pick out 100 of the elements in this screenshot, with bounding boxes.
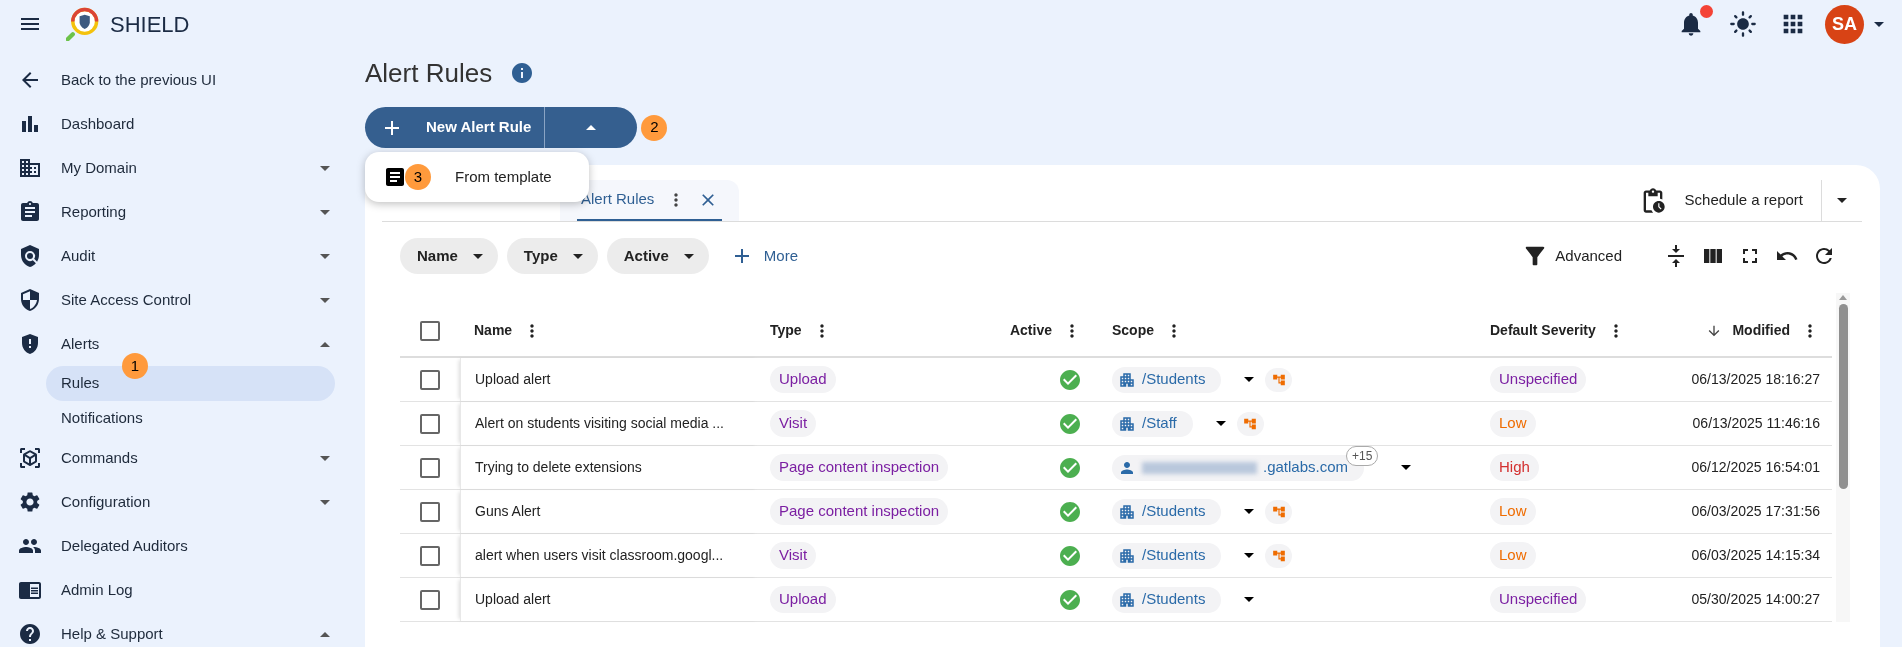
gear-icon <box>18 490 42 514</box>
scope-chip[interactable]: /Students <box>1112 498 1222 525</box>
page-title: Alert Rules <box>365 56 493 90</box>
nav-item[interactable]: Delegated Auditors <box>0 524 365 568</box>
caret-icon <box>320 165 330 171</box>
caret-icon[interactable] <box>1244 553 1255 558</box>
scope-chip[interactable]: /Staff <box>1112 410 1193 437</box>
nav-item[interactable]: Configuration <box>0 480 365 524</box>
caret-icon <box>572 253 583 259</box>
filter-chip[interactable]: Name <box>400 238 498 274</box>
nav-item[interactable]: My Domain <box>0 146 365 190</box>
column-header[interactable]: Modified <box>1732 320 1790 341</box>
checkbox[interactable] <box>420 501 440 522</box>
column-header[interactable]: Type <box>770 320 802 341</box>
nav-item[interactable]: Dashboard <box>0 102 365 146</box>
more-filters-button[interactable]: More <box>729 244 798 268</box>
building-icon <box>18 156 42 180</box>
help-icon <box>18 622 42 646</box>
step-marker: 1 <box>122 353 148 379</box>
type-tag: Page content inspection <box>770 498 949 525</box>
checkbox[interactable] <box>420 589 440 610</box>
nav-item[interactable]: Help & Support <box>0 612 365 647</box>
caret-icon[interactable] <box>1215 421 1226 426</box>
shield-icon <box>18 288 42 312</box>
severity-tag: High <box>1490 454 1539 481</box>
severity-tag: Unspecified <box>1490 586 1587 613</box>
table-cell-text: 06/03/2025 14:15:34 <box>1691 546 1820 565</box>
table-cell-text: alert when users visit classroom.googl... <box>475 546 724 565</box>
info-icon[interactable] <box>510 61 535 85</box>
building-icon <box>1118 546 1136 565</box>
checkbox[interactable] <box>420 320 440 341</box>
filter-chip[interactable]: Type <box>506 238 598 274</box>
nav-item[interactable]: Back to the previous UI <box>0 58 365 102</box>
checkbox[interactable] <box>420 545 440 566</box>
scope-chip[interactable]: /Students <box>1112 542 1222 569</box>
caret-icon <box>320 253 330 259</box>
tree-icon <box>1271 504 1286 519</box>
caret-icon <box>320 455 330 461</box>
advanced-filter-button[interactable]: Advanced <box>1521 242 1622 270</box>
table-cell-text: Upload alert <box>475 370 551 389</box>
checkbox[interactable] <box>420 413 440 434</box>
caret-icon <box>586 125 597 130</box>
scope-chip[interactable]: /Students <box>1112 586 1222 613</box>
step-marker: 2 <box>641 114 668 141</box>
building-icon <box>1118 590 1136 609</box>
avatar[interactable]: SA <box>1825 4 1864 44</box>
caret-icon <box>320 631 330 637</box>
document-icon <box>383 165 407 189</box>
nav-item[interactable]: Site Access Control <box>0 278 365 322</box>
column-header[interactable]: Default Severity <box>1490 320 1596 341</box>
caret-icon <box>683 253 694 259</box>
building-icon <box>1118 502 1136 521</box>
cube-icon <box>18 446 42 470</box>
type-tag: Upload <box>770 586 836 613</box>
logo-icon <box>66 7 100 41</box>
nav-item[interactable]: Commands <box>0 436 365 480</box>
table-cell-text: 06/13/2025 11:46:16 <box>1692 414 1820 433</box>
caret-icon[interactable] <box>1874 21 1884 27</box>
table-cell-text: Trying to delete extensions <box>475 458 642 477</box>
caret-icon[interactable] <box>1244 509 1255 514</box>
caret-icon <box>472 253 483 259</box>
caret-icon[interactable] <box>1401 465 1412 470</box>
sun-icon[interactable] <box>1729 10 1757 38</box>
caret-icon[interactable] <box>1244 377 1255 382</box>
table-cell-text: 05/30/2025 14:00:27 <box>1691 590 1820 609</box>
severity-tag: Unspecified <box>1490 366 1587 393</box>
scrollbar[interactable] <box>1836 293 1850 622</box>
app-title: SHIELD <box>110 10 190 39</box>
filter-chip[interactable]: Active <box>606 238 709 274</box>
caret-icon[interactable] <box>1244 597 1255 602</box>
table-cell-text: Upload alert <box>475 590 551 609</box>
building-icon <box>1118 414 1136 433</box>
type-tag: Page content inspection <box>770 454 949 481</box>
nav-subitem[interactable]: Notifications <box>46 401 335 436</box>
clipboard-icon <box>18 200 42 224</box>
severity-tag: Low <box>1490 542 1536 569</box>
checkbox[interactable] <box>420 369 440 390</box>
building-icon <box>1118 370 1136 389</box>
tree-icon <box>1271 372 1286 387</box>
schedule-report-button[interactable]: Schedule a report <box>1638 180 1821 221</box>
caret-icon <box>320 341 330 347</box>
table-cell-text: Alert on students visiting social media ... <box>475 414 724 433</box>
caret-icon[interactable] <box>1837 198 1847 203</box>
table-cell-text: 06/13/2025 18:16:27 <box>1691 370 1820 389</box>
shield-search-icon <box>18 244 42 268</box>
column-header[interactable]: Scope <box>1112 320 1154 341</box>
column-header[interactable]: Active <box>1009 320 1052 341</box>
nav-item[interactable]: Reporting <box>0 190 365 234</box>
table-cell-text: 06/12/2025 16:54:01 <box>1691 458 1820 477</box>
type-tag: Upload <box>770 366 836 393</box>
column-header[interactable]: Name <box>474 320 513 341</box>
tree-icon <box>1243 416 1258 431</box>
nav-item[interactable]: Audit <box>0 234 365 278</box>
step-marker: 3 <box>405 164 431 190</box>
scope-chip[interactable]: /Students <box>1112 366 1222 393</box>
type-tag: Visit <box>770 542 817 569</box>
nav-item[interactable]: Admin Log <box>0 568 365 612</box>
severity-tag: Low <box>1490 498 1536 525</box>
tree-icon <box>1271 548 1286 563</box>
checkbox[interactable] <box>420 457 440 478</box>
